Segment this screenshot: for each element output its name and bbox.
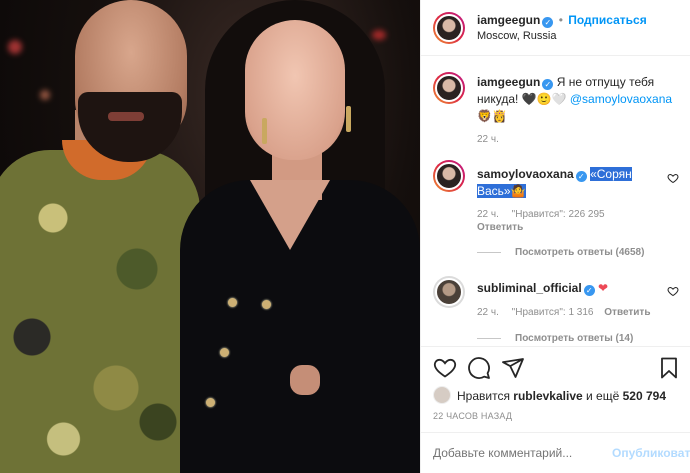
caption-text-2: никуда! <box>477 92 519 106</box>
caption-hearts: 🖤🙂🤍 <box>521 92 567 106</box>
earring-left <box>262 118 267 144</box>
comment-input[interactable] <box>433 444 603 462</box>
publish-button[interactable]: Опубликовать <box>612 446 690 460</box>
comment-text: «Сорян <box>590 167 632 181</box>
caption-time[interactable]: 22 ч. <box>477 134 499 145</box>
bokeh-light <box>40 90 50 100</box>
verified-icon: ✓ <box>575 171 587 182</box>
verified-icon: ✓ <box>542 79 554 90</box>
post-header: iamgeegun ✓ • Подписаться <box>477 13 647 28</box>
share-icon[interactable] <box>501 356 525 380</box>
likes-prefix: Нравится <box>457 389 510 403</box>
verified-icon: ✓ <box>542 17 554 28</box>
heart-icon[interactable] <box>433 356 457 380</box>
bokeh-light <box>372 30 386 40</box>
comment-meta: 22 ч. "Нравится": 226 295 <box>477 209 605 220</box>
comment-box-divider <box>421 432 690 433</box>
view-replies-button[interactable]: Посмотреть ответы (4658) <box>477 247 644 258</box>
comment-avatar[interactable] <box>433 276 465 308</box>
comment-meta: 22 ч. "Нравится": 1 316 Ответить <box>477 307 650 318</box>
caption: iamgeegun ✓ Я не отпущу тебя никуда! 🖤🙂🤍 … <box>477 74 677 125</box>
woman-face <box>245 20 345 160</box>
caption-avatar[interactable] <box>433 72 465 104</box>
post-sidebar: iamgeegun ✓ • Подписаться Moscow, Russia … <box>420 0 690 473</box>
view-replies-label: Посмотреть ответы (4658) <box>515 247 645 258</box>
liker-username[interactable]: rublevkalive <box>513 389 582 403</box>
caption-emoji: 🦁👸 <box>477 109 507 123</box>
comment-time[interactable]: 22 ч. <box>477 209 499 220</box>
woman-neckline <box>250 180 330 250</box>
replies-dash <box>477 251 501 253</box>
comment-likes[interactable]: "Нравится": 1 316 <box>512 307 594 318</box>
view-replies-button[interactable]: Посмотреть ответы (14) <box>477 333 633 345</box>
jacket-button <box>262 300 271 309</box>
jacket-button <box>228 298 237 307</box>
likes-summary: Нравится rublevkalive и ещё 520 794 <box>457 389 666 403</box>
comment-like-icon[interactable] <box>667 172 679 184</box>
caption-mention[interactable]: @samoylovaoxana <box>570 92 672 106</box>
comment-emoji: 🤷 <box>510 184 526 198</box>
comment-username[interactable]: subliminal_official <box>477 281 582 295</box>
hand <box>290 365 320 395</box>
bokeh-light <box>8 40 22 54</box>
comment-text-2: Вась» <box>477 184 511 198</box>
liker-avatar[interactable] <box>433 386 451 404</box>
comment-avatar[interactable] <box>433 160 465 192</box>
post-timestamp[interactable]: 22 ЧАСОВ НАЗАД <box>433 411 512 421</box>
header-divider <box>421 55 690 56</box>
comment-like-icon[interactable] <box>667 285 679 297</box>
likes-middle: и ещё <box>586 389 620 403</box>
likes-count[interactable]: 520 794 <box>623 389 666 403</box>
jacket-button <box>220 348 229 357</box>
post-location[interactable]: Moscow, Russia <box>477 30 556 42</box>
replies-dash <box>477 337 501 339</box>
jacket-button <box>206 398 215 407</box>
comment-time[interactable]: 22 ч. <box>477 307 499 318</box>
author-username[interactable]: iamgeegun <box>477 13 540 27</box>
comments-divider <box>421 346 690 347</box>
reply-button[interactable]: Ответить <box>604 307 650 318</box>
reply-button[interactable]: Ответить <box>477 222 523 233</box>
comment: samoylovaoxana ✓ «Сорян Вась»🤷 <box>477 166 657 200</box>
view-replies-label: Посмотреть ответы (14) <box>515 333 634 344</box>
author-avatar[interactable] <box>433 12 465 44</box>
comment-likes[interactable]: "Нравится": 226 295 <box>512 209 605 220</box>
header-separator: • <box>558 13 563 27</box>
earring-right <box>346 106 351 132</box>
caption-text: Я не отпущу тебя <box>556 75 655 89</box>
comment: subliminal_official ✓ ❤ <box>477 281 608 296</box>
comment-heart-emoji: ❤ <box>598 281 609 295</box>
man-mouth <box>108 112 144 121</box>
caption-username[interactable]: iamgeegun <box>477 75 540 89</box>
man-shirt <box>0 150 200 473</box>
follow-button[interactable]: Подписаться <box>568 13 646 27</box>
verified-icon: ✓ <box>583 285 595 296</box>
bookmark-icon[interactable] <box>657 356 681 380</box>
comment-username[interactable]: samoylovaoxana <box>477 167 574 181</box>
comment-icon[interactable] <box>467 356 491 380</box>
post-photo[interactable] <box>0 0 420 473</box>
